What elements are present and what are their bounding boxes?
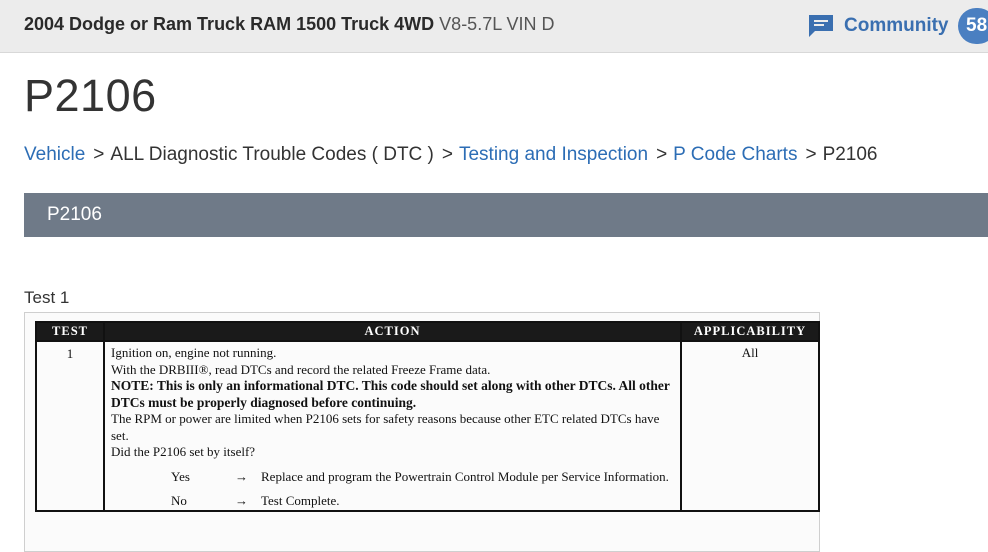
breadcrumb-all-dtc: ALL Diagnostic Trouble Codes ( DTC ) — [110, 144, 434, 165]
header-action: ACTION — [103, 321, 682, 342]
breadcrumb-p-code-charts[interactable]: P Code Charts — [673, 144, 797, 165]
test-number: 1 — [35, 340, 105, 512]
vehicle-title[interactable]: 2004 Dodge or Ram Truck RAM 1500 Truck 4… — [24, 14, 555, 35]
community-count-badge[interactable]: 58 — [958, 8, 988, 44]
action-info: The RPM or power are limited when P2106 … — [111, 411, 660, 443]
arrow-icon: → — [235, 468, 248, 484]
no-result: Test Complete. — [261, 493, 340, 508]
action-note: NOTE: This is only an informational DTC.… — [111, 378, 670, 410]
breadcrumb: Vehicle > ALL Diagnostic Trouble Codes ( D… — [24, 144, 878, 166]
breadcrumb-vehicle[interactable]: Vehicle — [24, 144, 85, 165]
yes-result: Replace and program the Powertrain Contr… — [261, 468, 669, 484]
test-label: Test 1 — [24, 288, 70, 307]
chat-bubble-icon — [809, 15, 833, 37]
section-title: P2106 — [47, 204, 102, 225]
action-question: Did the P2106 set by itself? — [111, 444, 256, 459]
arrow-icon: → — [235, 493, 248, 508]
header-test: TEST — [35, 321, 105, 342]
top-bar: 2004 Dodge or Ram Truck RAM 1500 Truck 4… — [0, 0, 988, 53]
breadcrumb-separator: > — [656, 144, 668, 165]
test-chart-image: TEST ACTION APPLICABILITY 1 Ignition on,… — [24, 312, 820, 552]
page-title: P2106 — [24, 70, 157, 121]
breadcrumb-separator: > — [93, 144, 105, 165]
test-table: TEST ACTION APPLICABILITY 1 Ignition on,… — [35, 321, 820, 512]
action-line: Ignition on, engine not running. — [111, 345, 277, 360]
community-button[interactable]: Community — [808, 11, 949, 41]
yes-label: Yes — [171, 468, 190, 484]
community-label: Community — [844, 15, 949, 36]
no-choice: No → Test Complete. — [111, 493, 676, 510]
breadcrumb-separator: > — [441, 144, 453, 165]
no-label: No — [171, 493, 187, 508]
vehicle-name: 2004 Dodge or Ram Truck RAM 1500 Truck 4… — [24, 14, 435, 34]
section-header: P2106 — [24, 193, 988, 237]
breadcrumb-separator: > — [805, 144, 817, 165]
applicability-value: All — [680, 340, 820, 512]
action-cell: Ignition on, engine not running. With th… — [103, 340, 682, 512]
breadcrumb-current: P2106 — [822, 144, 878, 165]
vehicle-engine: V8-5.7L VIN D — [439, 14, 555, 34]
yes-choice: Yes → Replace and program the Powertrain… — [111, 469, 676, 486]
header-applicability: APPLICABILITY — [680, 321, 820, 342]
action-line: With the DRBIII®, read DTCs and record t… — [111, 361, 491, 377]
breadcrumb-testing-inspection[interactable]: Testing and Inspection — [459, 144, 648, 165]
table-row: 1 Ignition on, engine not running. With … — [35, 340, 820, 512]
